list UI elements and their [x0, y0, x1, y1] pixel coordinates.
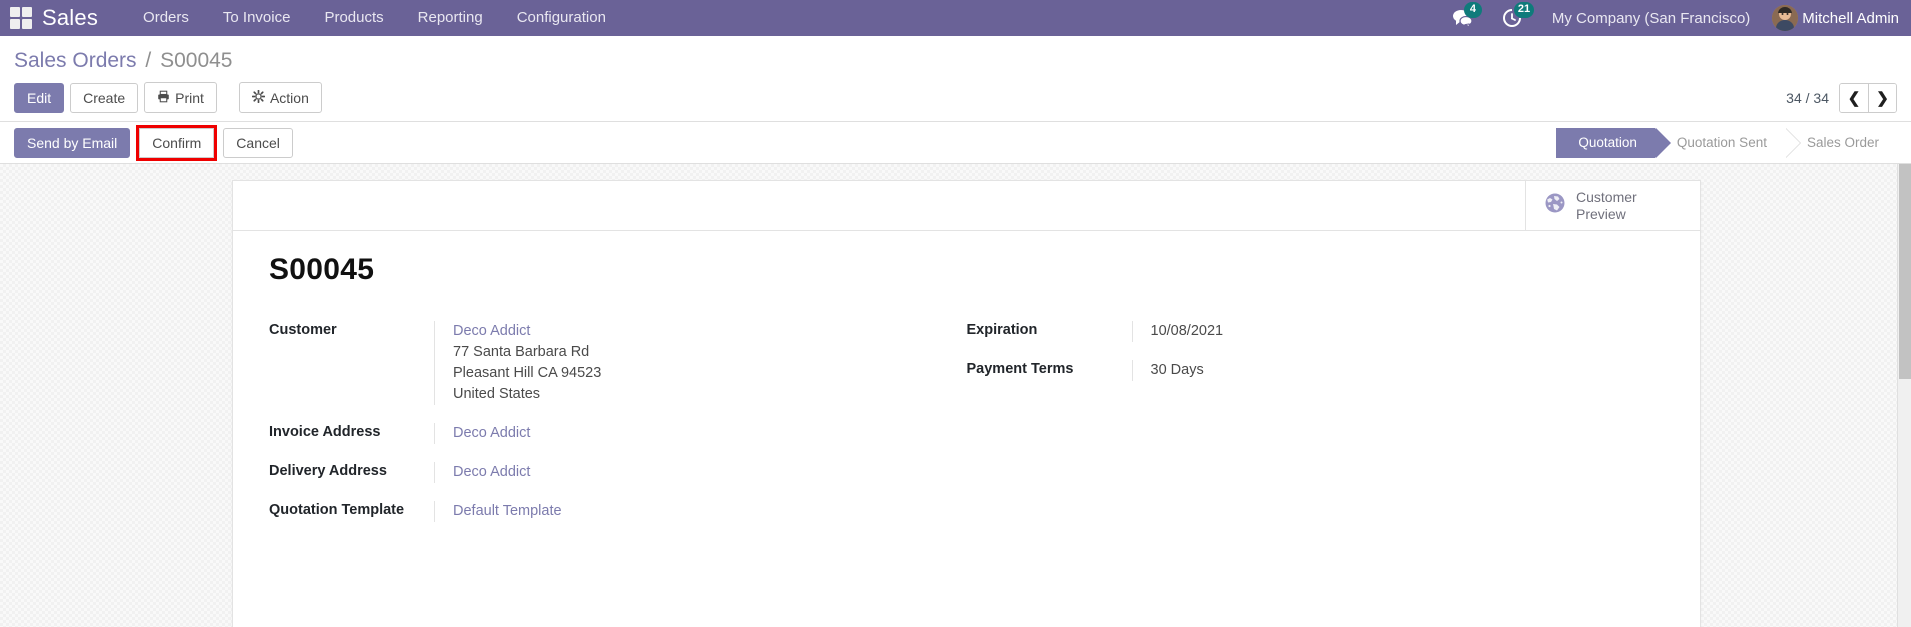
menu-reporting[interactable]: Reporting	[401, 0, 500, 36]
pager-buttons: ❮ ❯	[1839, 82, 1897, 113]
delivery-address-link[interactable]: Deco Addict	[453, 464, 530, 480]
chevron-right-icon[interactable]: ❯	[1868, 83, 1896, 112]
pager-count: 34 / 34	[1786, 89, 1829, 106]
status-action-bar: Send by Email Confirm Cancel Quotation Q…	[0, 122, 1911, 164]
menu-orders[interactable]: Orders	[126, 0, 206, 36]
customer-preview-label: Customer Preview	[1576, 189, 1637, 223]
messages-badge-count: 4	[1463, 2, 1482, 18]
field-quotation-template-value[interactable]: Default Template	[434, 501, 927, 522]
field-payment-terms: Payment Terms 30 Days	[967, 360, 1625, 381]
invoice-address-link[interactable]: Deco Addict	[453, 425, 530, 441]
print-button-label: Print	[175, 89, 204, 106]
field-invoice-address-label: Invoice Address	[269, 424, 381, 440]
stat-button-box: Customer Preview	[233, 181, 1700, 231]
field-delivery-address: Delivery Address Deco Addict	[269, 462, 927, 483]
navbar-right-group: 4 21 My Company (San Francisco) Mitchell…	[1438, 0, 1911, 36]
stage-quotation-sent-label: Quotation Sent	[1676, 135, 1767, 150]
breadcrumb-sales-orders[interactable]: Sales Orders	[14, 49, 137, 72]
cancel-button[interactable]: Cancel	[223, 127, 293, 158]
customer-link[interactable]: Deco Addict	[453, 321, 927, 342]
control-panel-buttons: Edit Create Print Action 34 / 34 ❮ ❯	[0, 78, 1911, 121]
stage-quotation-sent[interactable]: Quotation Sent	[1654, 127, 1802, 158]
create-button-label: Create	[83, 89, 126, 106]
app-brand-sales[interactable]: Sales	[42, 5, 98, 31]
menu-to-invoice[interactable]: To Invoice	[206, 0, 308, 36]
form-sheet: Customer Preview S00045 Customer Deco Ad…	[232, 180, 1701, 627]
content-area: Customer Preview S00045 Customer Deco Ad…	[0, 164, 1911, 627]
send-by-email-button[interactable]: Send by Email	[14, 127, 131, 158]
apps-grid-square	[22, 19, 32, 29]
cancel-button-label: Cancel	[236, 134, 280, 151]
field-customer: Customer Deco Addict 77 Santa Barbara Rd…	[269, 321, 927, 405]
menu-configuration[interactable]: Configuration	[500, 0, 623, 36]
status-pipeline: Quotation Quotation Sent Sales Order	[1556, 127, 1897, 158]
control-panel: Sales Orders / S00045 Edit Create Print	[0, 36, 1911, 122]
user-menu[interactable]: Mitchell Admin	[1766, 0, 1911, 36]
form-body: S00045 Customer Deco Addict 77 Santa Bar…	[233, 231, 1700, 550]
stage-quotation-label: Quotation	[1578, 135, 1637, 150]
stage-sales-order[interactable]: Sales Order	[1784, 127, 1897, 158]
apps-grid-square	[10, 7, 20, 17]
stage-quotation[interactable]: Quotation	[1556, 127, 1671, 158]
stage-sales-order-label: Sales Order	[1806, 135, 1879, 150]
customer-preview-line2: Preview	[1576, 205, 1626, 222]
gear-icon	[251, 89, 266, 105]
customer-preview-line1: Customer	[1576, 188, 1637, 205]
field-invoice-address-value[interactable]: Deco Addict	[434, 423, 927, 444]
field-customer-label: Customer	[269, 322, 337, 338]
field-expiration-label: Expiration	[966, 322, 1038, 338]
field-delivery-address-value[interactable]: Deco Addict	[434, 462, 927, 483]
confirm-button[interactable]: Confirm	[139, 127, 215, 158]
edit-button[interactable]: Edit	[14, 82, 65, 113]
breadcrumb: Sales Orders / S00045	[0, 36, 1911, 78]
activity-clock-icon[interactable]: 21	[1488, 0, 1536, 36]
globe-icon	[1544, 192, 1566, 219]
field-payment-terms-label: Payment Terms	[966, 361, 1074, 377]
company-switcher[interactable]: My Company (San Francisco)	[1536, 10, 1766, 27]
field-expiration-value[interactable]: 10/08/2021	[1131, 321, 1625, 342]
customer-address-line-2: Pleasant Hill CA 94523	[453, 365, 602, 381]
confirm-button-highlight: Confirm	[136, 124, 218, 161]
field-grid: Customer Deco Addict 77 Santa Barbara Rd…	[269, 321, 1664, 540]
apps-grid-square	[10, 19, 20, 29]
create-button[interactable]: Create	[70, 82, 139, 113]
avatar	[1772, 5, 1799, 31]
field-delivery-address-label: Delivery Address	[269, 463, 387, 479]
apps-grid-square	[22, 7, 32, 17]
edit-button-label: Edit	[27, 89, 52, 106]
action-button-label: Action	[269, 89, 309, 106]
field-column-left: Customer Deco Addict 77 Santa Barbara Rd…	[269, 321, 967, 540]
top-navbar: Sales Orders To Invoice Products Reporti…	[0, 0, 1911, 36]
activity-badge-count: 21	[1513, 2, 1535, 18]
messages-icon[interactable]: 4	[1438, 0, 1488, 36]
vertical-scrollbar-thumb[interactable]	[1899, 164, 1911, 379]
breadcrumb-separator: /	[145, 49, 152, 72]
field-customer-value[interactable]: Deco Addict 77 Santa Barbara Rd Pleasant…	[434, 321, 927, 405]
quotation-template-link[interactable]: Default Template	[453, 503, 562, 519]
vertical-scrollbar[interactable]	[1897, 164, 1911, 627]
customer-address-line-1: 77 Santa Barbara Rd	[453, 344, 590, 360]
field-column-right: Expiration 10/08/2021 Payment Terms 30 D…	[967, 321, 1665, 540]
action-button[interactable]: Action	[238, 82, 322, 113]
send-by-email-label: Send by Email	[27, 134, 118, 151]
chevron-left-icon[interactable]: ❮	[1840, 83, 1868, 112]
statusbar-actions: Send by Email Confirm Cancel	[14, 124, 299, 161]
pager: 34 / 34 ❮ ❯	[1786, 82, 1897, 113]
field-payment-terms-value[interactable]: 30 Days	[1131, 360, 1625, 381]
customer-address-line-3: United States	[453, 386, 541, 402]
field-expiration: Expiration 10/08/2021	[967, 321, 1625, 342]
breadcrumb-current-record: S00045	[160, 49, 233, 72]
customer-preview-button[interactable]: Customer Preview	[1525, 181, 1700, 230]
printer-icon	[157, 90, 170, 105]
field-quotation-template: Quotation Template Default Template	[269, 501, 927, 522]
user-name: Mitchell Admin	[1802, 9, 1899, 27]
print-button[interactable]: Print	[144, 82, 217, 113]
apps-grid-icon[interactable]	[10, 7, 32, 29]
menu-products[interactable]: Products	[307, 0, 400, 36]
field-quotation-template-label: Quotation Template	[269, 502, 405, 518]
record-title: S00045	[269, 253, 375, 286]
confirm-button-label: Confirm	[152, 134, 202, 151]
field-invoice-address: Invoice Address Deco Addict	[269, 423, 927, 444]
